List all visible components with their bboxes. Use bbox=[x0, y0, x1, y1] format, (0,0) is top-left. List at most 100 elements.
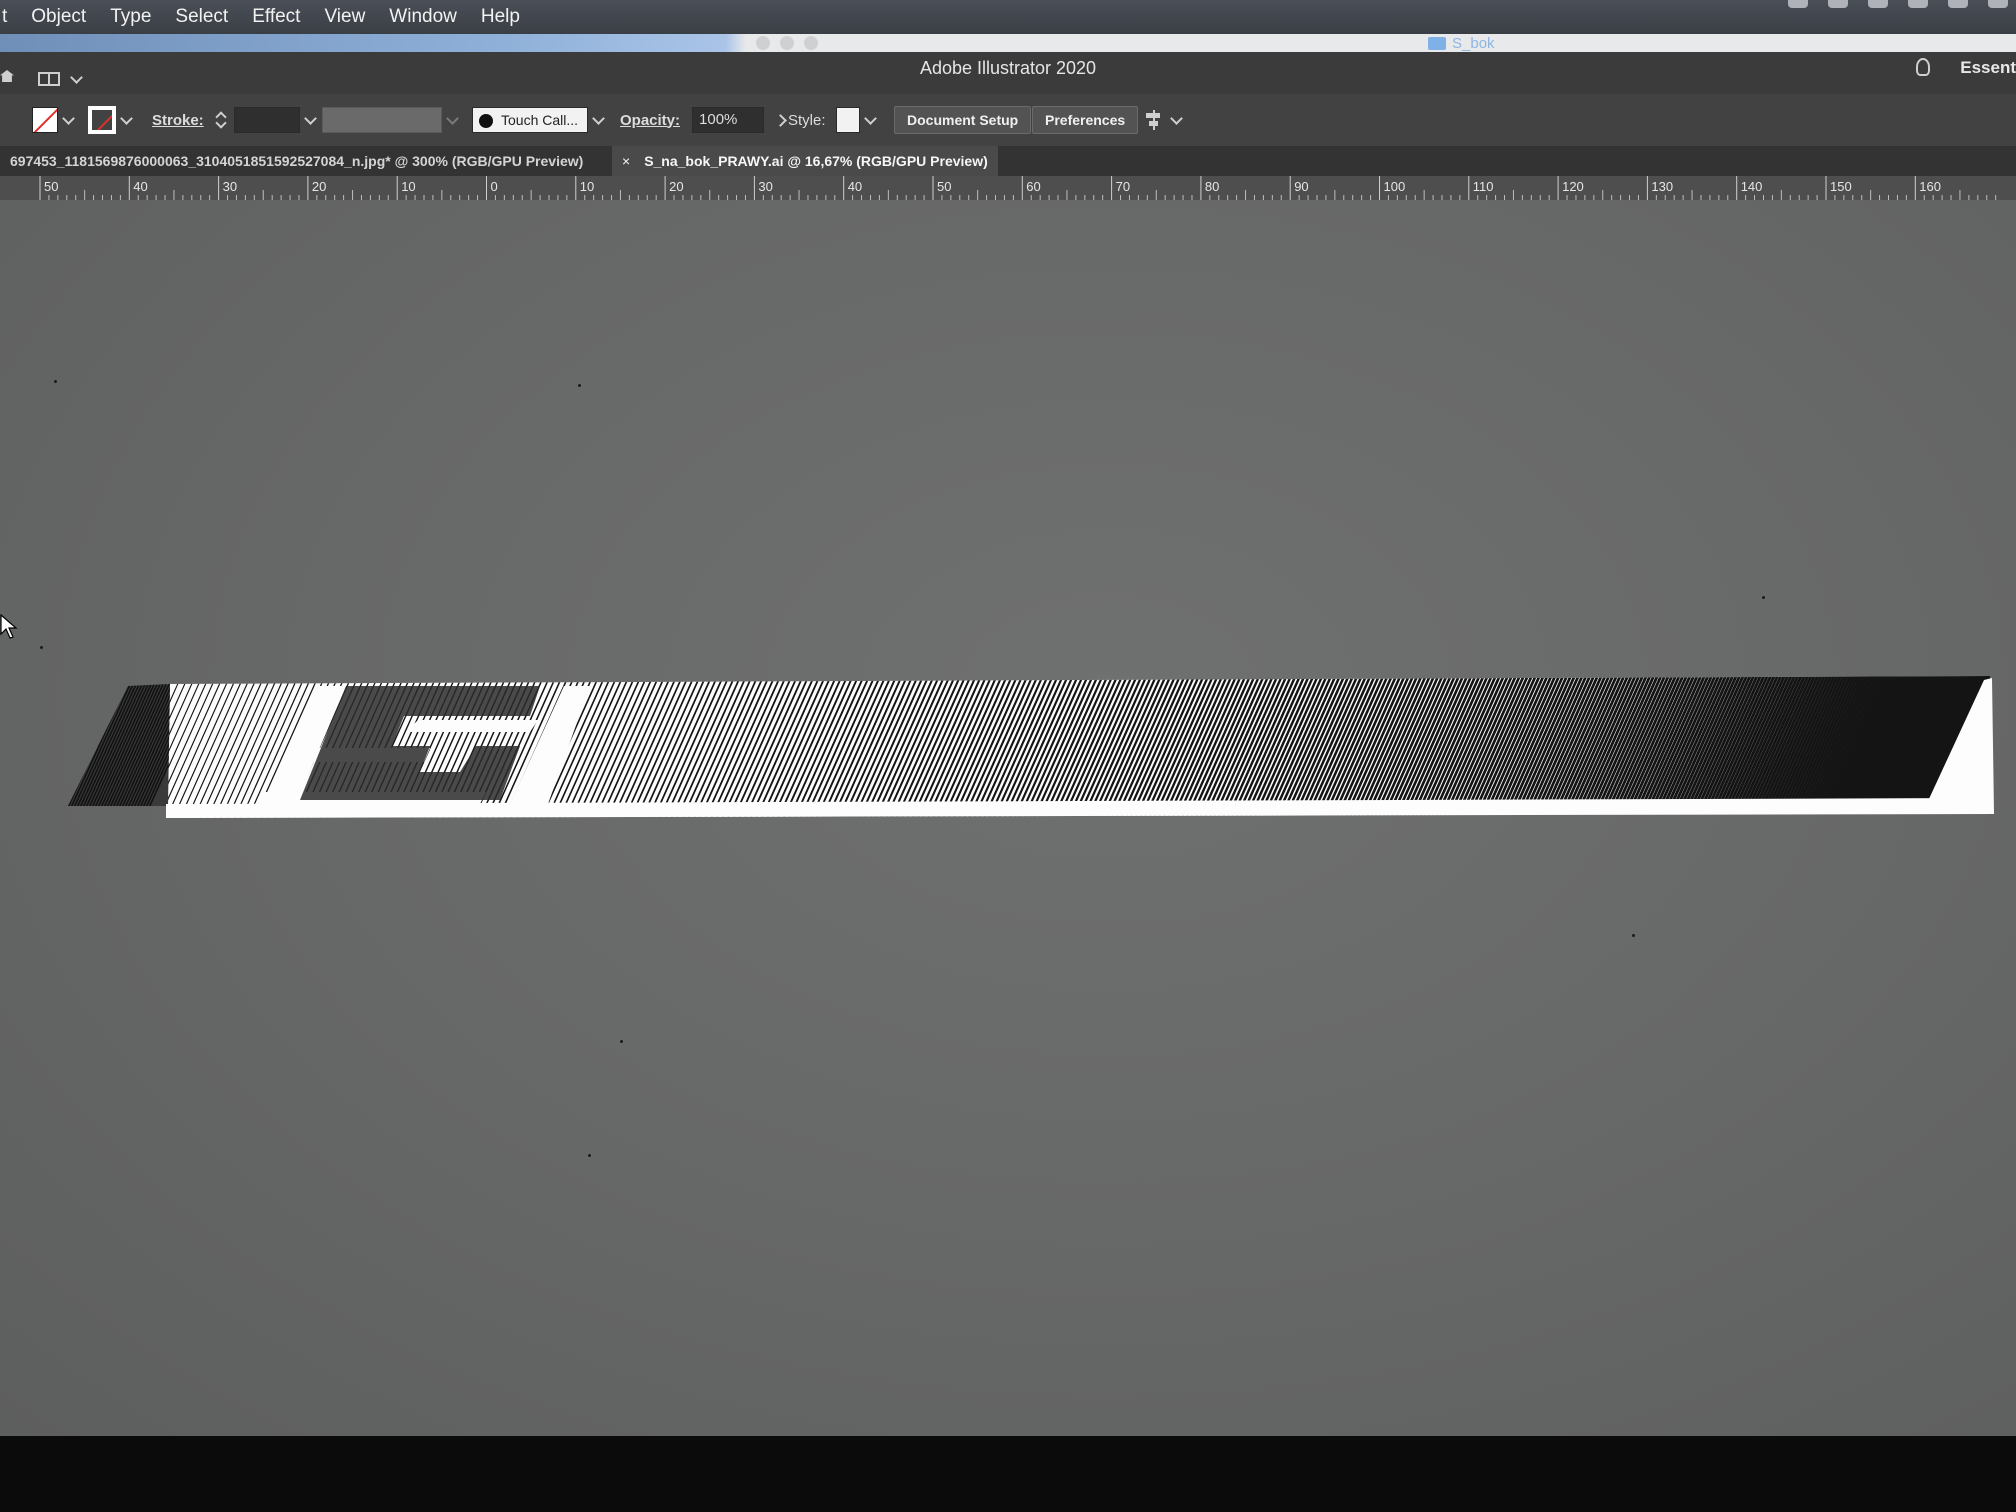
style-control: Style: bbox=[788, 94, 881, 146]
dust-speck bbox=[620, 1040, 623, 1043]
menu-bar: t Object Type Select Effect View Window … bbox=[0, 0, 2016, 34]
artwork[interactable] bbox=[0, 200, 2016, 1436]
ruler-label: 50 bbox=[44, 179, 58, 194]
chevron-down-icon[interactable] bbox=[863, 111, 877, 125]
ruler-label: 80 bbox=[1205, 179, 1219, 194]
stroke-weight-input[interactable] bbox=[233, 107, 300, 133]
ruler-label: 60 bbox=[1026, 179, 1040, 194]
chevron-right-icon[interactable] bbox=[774, 113, 787, 127]
menu-effect[interactable]: Effect bbox=[240, 0, 312, 34]
menu-window[interactable]: Window bbox=[377, 0, 469, 34]
menu-truncated[interactable]: t bbox=[0, 0, 19, 34]
tray-icon[interactable] bbox=[1828, 0, 1848, 8]
style-label: Style: bbox=[788, 111, 826, 129]
menu-view[interactable]: View bbox=[312, 0, 377, 34]
ruler-label: 30 bbox=[758, 179, 772, 194]
ruler-label: 20 bbox=[312, 179, 326, 194]
ruler-label: 10 bbox=[580, 179, 594, 194]
ruler-label: 10 bbox=[401, 179, 415, 194]
ruler-label: 110 bbox=[1473, 179, 1494, 194]
preferences-button[interactable]: Preferences bbox=[1032, 106, 1139, 134]
document-setup-group: Document Setup bbox=[894, 94, 1032, 146]
opacity-label[interactable]: Opacity: bbox=[620, 112, 680, 129]
close-icon[interactable]: × bbox=[622, 153, 630, 169]
ruler-label: 150 bbox=[1830, 179, 1852, 194]
ruler-label: 20 bbox=[669, 179, 683, 194]
document-tab-bar: 697453_1181569876000063_3104051851592527… bbox=[0, 146, 2016, 176]
brush-definition[interactable]: Touch Call... bbox=[472, 94, 609, 146]
dust-speck bbox=[54, 380, 57, 383]
horizontal-ruler[interactable]: 50 40 30 20 10 0 10 20 30 40 50 60 70 80 90 100 110 120 13… bbox=[0, 176, 2016, 201]
zoom-dot-icon[interactable] bbox=[804, 36, 818, 50]
tray-icon[interactable] bbox=[1868, 0, 1888, 8]
chevron-down-icon[interactable] bbox=[62, 111, 75, 125]
width-profile-dropdown[interactable] bbox=[322, 107, 442, 133]
control-bar: Stroke: Touch Call... Opacity: 100% Styl… bbox=[0, 94, 2016, 146]
opacity-control: Opacity: 100% bbox=[620, 94, 791, 146]
minimize-dot-icon[interactable] bbox=[780, 36, 794, 50]
align-control[interactable] bbox=[1144, 94, 1187, 146]
tray-icon[interactable] bbox=[1788, 0, 1808, 8]
menu-select[interactable]: Select bbox=[163, 0, 240, 34]
background-window-strip: S_bok bbox=[0, 34, 2016, 52]
chevron-down-icon[interactable] bbox=[592, 111, 605, 125]
brush-name: Touch Call... bbox=[501, 112, 579, 128]
chevron-down-icon[interactable] bbox=[120, 111, 133, 125]
align-icon[interactable] bbox=[1144, 110, 1166, 130]
app-title-bar: Adobe Illustrator 2020 Essent bbox=[0, 52, 2016, 94]
variable-width-profile[interactable] bbox=[322, 94, 463, 146]
dust-speck bbox=[40, 646, 43, 649]
brush-dot-icon bbox=[479, 114, 493, 129]
workspace-label[interactable]: Essent bbox=[1960, 58, 2016, 78]
stroke-label[interactable]: Stroke: bbox=[152, 112, 204, 129]
menu-object[interactable]: Object bbox=[19, 0, 98, 34]
chevron-down-icon[interactable] bbox=[303, 111, 317, 125]
ruler-label: 0 bbox=[491, 179, 498, 194]
ruler-label: 120 bbox=[1562, 179, 1584, 194]
brush-dropdown[interactable]: Touch Call... bbox=[472, 107, 588, 133]
ruler-ticks: 50 40 30 20 10 0 10 20 30 40 50 60 70 80 90 100 110 120 13… bbox=[39, 176, 1997, 200]
tray-icon[interactable] bbox=[1988, 0, 2008, 8]
menu-type[interactable]: Type bbox=[98, 0, 163, 34]
dust-speck bbox=[578, 384, 581, 387]
tab-ai-document[interactable]: × S_na_bok_PRAWY.ai @ 16,67% (RGB/GPU Pre… bbox=[612, 146, 998, 176]
dust-speck bbox=[588, 1154, 591, 1157]
ruler-label: 100 bbox=[1384, 179, 1406, 194]
opacity-input[interactable]: 100% bbox=[692, 107, 765, 133]
ruler-label: 140 bbox=[1741, 179, 1763, 194]
stroke-color-control[interactable] bbox=[88, 94, 137, 146]
document-setup-button[interactable]: Document Setup bbox=[894, 106, 1032, 134]
tab-label: 697453_1181569876000063_3104051851592527… bbox=[10, 153, 584, 169]
arrow-cursor-icon bbox=[0, 614, 18, 639]
chevron-down-icon bbox=[446, 111, 459, 125]
window-traffic-lights bbox=[756, 36, 818, 50]
canvas-area[interactable] bbox=[0, 200, 2016, 1436]
ruler-label: 70 bbox=[1116, 179, 1130, 194]
ruler-label: 90 bbox=[1294, 179, 1308, 194]
ruler-label: 40 bbox=[133, 179, 147, 194]
ruler-label: 40 bbox=[848, 179, 862, 194]
fill-control[interactable] bbox=[32, 94, 79, 146]
tray-icon[interactable] bbox=[1948, 0, 1968, 8]
dust-speck bbox=[1762, 596, 1765, 599]
ruler-label: 130 bbox=[1651, 179, 1673, 194]
folder-icon bbox=[1428, 37, 1446, 50]
menu-help[interactable]: Help bbox=[469, 0, 532, 34]
status-tray bbox=[1788, 0, 2008, 14]
folder-title: S_bok bbox=[1428, 35, 1495, 52]
tab-label: S_na_bok_PRAWY.ai @ 16,67% (RGB/GPU Prev… bbox=[644, 153, 988, 169]
fill-swatch-icon[interactable] bbox=[32, 107, 58, 133]
lightbulb-icon[interactable] bbox=[1916, 58, 1930, 76]
stroke-stepper-icon[interactable] bbox=[216, 110, 226, 130]
style-swatch[interactable] bbox=[835, 107, 860, 133]
close-dot-icon[interactable] bbox=[756, 36, 770, 50]
stroke-weight-control: Stroke: bbox=[152, 94, 321, 146]
preferences-group: Preferences bbox=[1032, 94, 1139, 146]
tray-icon[interactable] bbox=[1908, 0, 1928, 8]
stroke-swatch-icon[interactable] bbox=[88, 106, 116, 134]
ruler-label: 50 bbox=[937, 179, 951, 194]
app-title: Adobe Illustrator 2020 bbox=[919, 58, 1097, 78]
tab-jpg-document[interactable]: 697453_1181569876000063_3104051851592527… bbox=[0, 146, 593, 176]
folder-name: S_bok bbox=[1452, 35, 1495, 52]
chevron-down-icon[interactable] bbox=[1170, 111, 1183, 125]
